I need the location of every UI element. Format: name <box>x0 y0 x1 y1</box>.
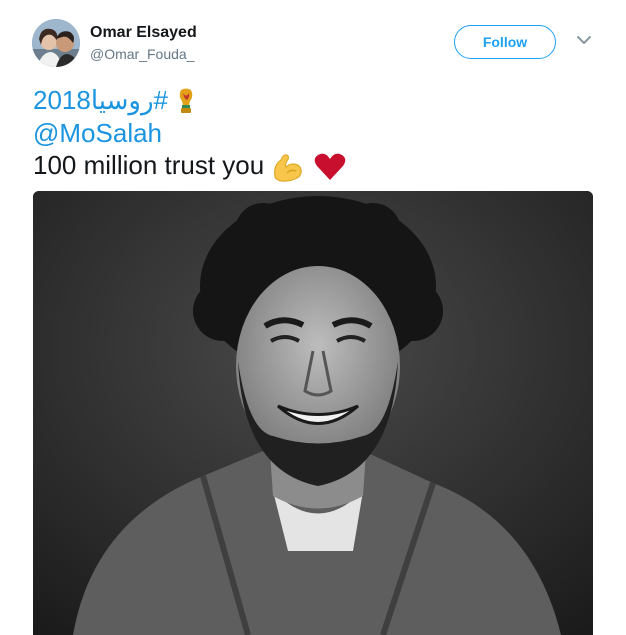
flexed-biceps-icon <box>274 154 303 182</box>
author-handle[interactable]: @Omar_Fouda_ <box>90 46 194 62</box>
avatar[interactable] <box>32 19 80 67</box>
mention-link[interactable]: @MoSalah <box>33 118 162 148</box>
world-cup-trophy-icon <box>179 88 193 114</box>
red-heart-icon <box>314 153 345 181</box>
tweet-photo[interactable] <box>33 191 593 635</box>
chevron-down-icon[interactable] <box>575 34 593 46</box>
tweet-line-body: 100 million trust you <box>33 149 347 183</box>
tweet-text: 100 million trust you <box>33 150 265 180</box>
hashtag-link[interactable]: #روسيا2018 <box>33 85 168 115</box>
tweet-line-mention: @MoSalah <box>33 117 162 149</box>
author-name[interactable]: Omar Elsayed <box>90 24 197 42</box>
follow-button[interactable]: Follow <box>454 25 556 59</box>
tweet-card: Omar Elsayed @Omar_Fouda_ Follow #روسيا2… <box>0 0 626 635</box>
tweet-line-hashtag: #روسيا2018 <box>33 84 197 116</box>
